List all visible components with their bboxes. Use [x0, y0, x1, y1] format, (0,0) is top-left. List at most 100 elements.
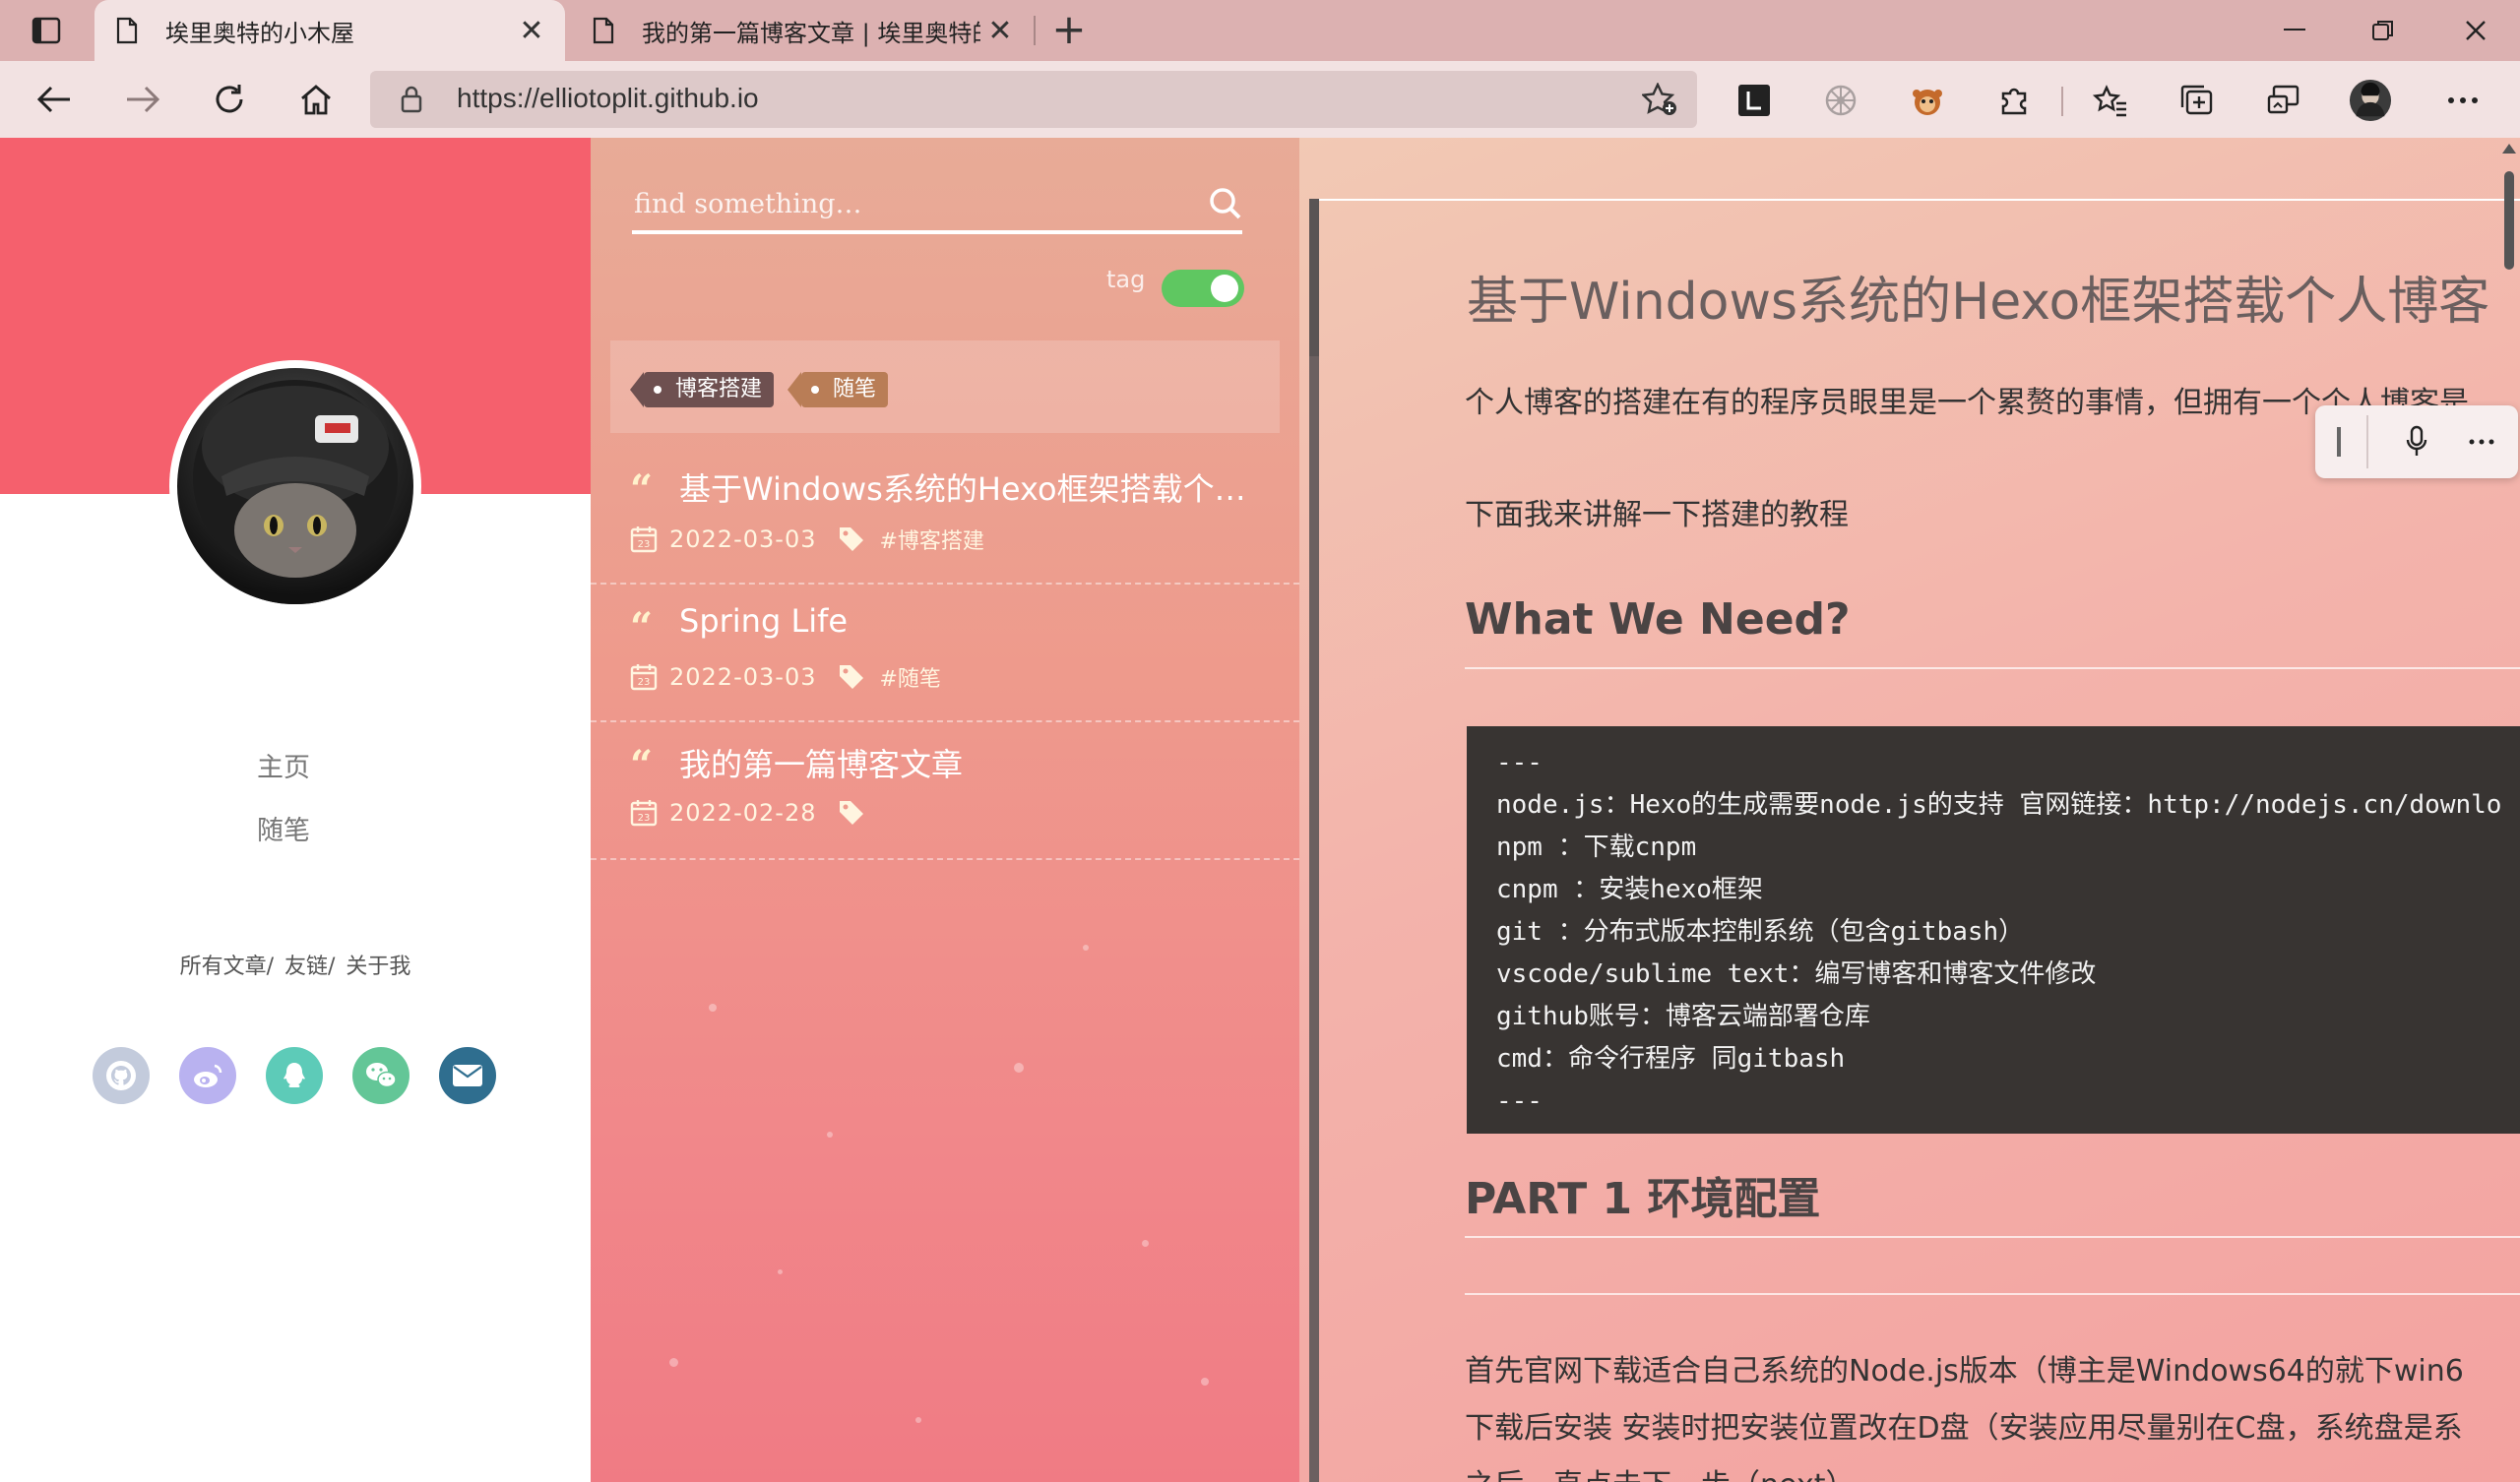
- post-title[interactable]: 基于Windows系统的Hexo框架搭载个人博客: [679, 464, 1270, 510]
- refresh-button[interactable]: [207, 77, 252, 122]
- post-tag-link[interactable]: #随笔: [879, 661, 940, 693]
- mail-icon[interactable]: [439, 1047, 496, 1104]
- article-paragraph: 首先官网下载适合自己系统的Node.js版本（博主是Windows64的就下wi…: [1465, 1354, 2464, 1389]
- tag-filter-panel: 博客搭建 随笔: [610, 340, 1280, 433]
- favorites-icon[interactable]: [2089, 79, 2132, 122]
- tab-title: 我的第一篇博客文章 | 埃里奥特的: [642, 19, 980, 47]
- tag-chip-essay[interactable]: 随笔: [787, 372, 889, 407]
- tag-icon: [840, 527, 864, 551]
- close-window-button[interactable]: [2431, 6, 2520, 55]
- post-tag-link[interactable]: #博客搭建: [879, 524, 983, 555]
- forward-button[interactable]: [120, 77, 165, 122]
- url-text[interactable]: https://elliotoplit.github.io: [457, 83, 759, 114]
- tab-active[interactable]: 埃里奥特的小木屋 ✕: [94, 0, 565, 61]
- post-item[interactable]: “ 基于Windows系统的Hexo框架搭载个人博客 23 2022-03-03…: [591, 449, 1299, 585]
- post-date: 2022-03-03: [669, 525, 817, 553]
- post-date: 2022-02-28: [669, 799, 817, 827]
- post-title[interactable]: Spring Life: [679, 602, 1270, 640]
- screen-cast-icon[interactable]: [2262, 79, 2305, 122]
- search-icon[interactable]: [1209, 187, 1242, 224]
- code-line: cmd：命令行程序 同gitbash: [1496, 1044, 1846, 1074]
- new-tab-button[interactable]: +: [1047, 9, 1091, 53]
- tag-icon: [840, 665, 864, 689]
- collections-icon[interactable]: [2175, 79, 2219, 122]
- lock-icon[interactable]: [400, 85, 423, 118]
- calendar-icon: 23: [630, 800, 658, 827]
- article-content: 基于Windows系统的Hexo框架搭载个人博客 个人博客的搭建在有的程序员眼里…: [1309, 199, 2520, 1482]
- scrollbar-thumb[interactable]: [2504, 171, 2514, 270]
- qq-icon[interactable]: [266, 1047, 323, 1104]
- page-icon: [116, 15, 144, 46]
- quote-icon: “: [630, 742, 654, 788]
- tag-chip-blog[interactable]: 博客搭建: [629, 372, 775, 407]
- extensions-puzzle-icon[interactable]: [1992, 79, 2036, 122]
- tab-close-icon[interactable]: ✕: [980, 11, 1020, 50]
- heading-underline: [1465, 1236, 2520, 1238]
- tag-toggle-label: tag: [1106, 266, 1146, 293]
- calendar-icon: 23: [630, 664, 658, 691]
- all-posts-link[interactable]: 所有文章/: [180, 955, 274, 979]
- forward-arrow-icon: [127, 86, 160, 113]
- tab-bar: 埃里奥特的小木屋 ✕ 我的第一篇博客文章 | 埃里奥特的 ✕ +: [0, 0, 2520, 61]
- scroll-up-arrow[interactable]: [2502, 144, 2516, 154]
- close-icon: [2466, 21, 2486, 40]
- page-icon: [593, 15, 620, 46]
- article-paragraph: 下载后安装 安装时把安装位置改在D盘（安装应用尽量别在C盘，系统盘是系: [1465, 1411, 2463, 1446]
- svg-text:23: 23: [638, 677, 651, 688]
- tab-inactive[interactable]: 我的第一篇博客文章 | 埃里奥特的 ✕: [571, 0, 1034, 61]
- back-arrow-icon: [36, 86, 70, 113]
- code-line: npm ：下载cnpm: [1496, 833, 1697, 862]
- tab-actions-icon: [32, 17, 61, 44]
- home-button[interactable]: [293, 77, 339, 122]
- floating-voice-toolbar: [2315, 405, 2518, 478]
- more-icon[interactable]: [2465, 425, 2498, 459]
- nav-essays-link[interactable]: 随笔: [0, 809, 567, 847]
- post-title[interactable]: 我的第一篇博客文章: [679, 740, 1270, 785]
- profile-avatar-icon[interactable]: [2349, 79, 2392, 122]
- weibo-icon[interactable]: [179, 1047, 236, 1104]
- tab-title: 埃里奥特的小木屋: [165, 19, 354, 47]
- page-scrollbar[interactable]: [2500, 142, 2518, 1482]
- heading-underline: [1465, 667, 2520, 669]
- about-me-link[interactable]: 关于我: [346, 955, 410, 979]
- search-box[interactable]: find something…: [632, 175, 1242, 234]
- extension-wheel-icon[interactable]: [1819, 79, 1862, 122]
- extension-tampermonkey-icon[interactable]: [1906, 79, 1949, 122]
- post-item[interactable]: “ Spring Life 23 2022-03-03 #随笔: [591, 587, 1299, 722]
- section-heading-need: What We Need?: [1465, 594, 1851, 645]
- drag-handle[interactable]: [2337, 427, 2341, 457]
- search-input[interactable]: find something…: [634, 189, 862, 219]
- footer-links: 所有文章/ 友链/ 关于我: [0, 949, 591, 980]
- code-line: ---: [1496, 1086, 1543, 1116]
- svg-text:23: 23: [638, 539, 651, 550]
- tab-close-icon[interactable]: ✕: [512, 11, 551, 50]
- tab-actions-button[interactable]: [22, 14, 71, 47]
- restore-icon: [2372, 21, 2393, 40]
- web-page: 主页 随笔 所有文章/ 友链/ 关于我 find something… tag …: [0, 138, 2520, 1482]
- nav-home-link[interactable]: 主页: [0, 746, 567, 784]
- microphone-icon[interactable]: [2400, 425, 2433, 459]
- code-line: ---: [1496, 748, 1543, 777]
- extension-l-icon[interactable]: [1732, 79, 1776, 122]
- toolbar-separator: [2061, 87, 2063, 116]
- post-item[interactable]: “ 我的第一篇博客文章 23 2022-02-28: [591, 724, 1299, 860]
- tag-toggle-switch[interactable]: [1162, 270, 1244, 307]
- back-button[interactable]: [32, 77, 77, 122]
- restore-button[interactable]: [2339, 6, 2427, 55]
- minimize-button[interactable]: [2250, 6, 2339, 55]
- horizontal-rule: [1465, 1293, 2520, 1295]
- cat-helmet-image: [193, 380, 398, 604]
- more-options-icon[interactable]: [2441, 79, 2485, 122]
- friend-links-link[interactable]: 友链/: [284, 955, 335, 979]
- add-favorite-icon[interactable]: [1640, 82, 1677, 120]
- code-line: cnpm ：安装hexo框架: [1496, 875, 1763, 904]
- tab-separator: [1034, 16, 1036, 45]
- url-field[interactable]: https://elliotoplit.github.io: [370, 71, 1697, 128]
- code-line: github账号：博客云端部署仓库: [1496, 1002, 1870, 1031]
- avatar[interactable]: [169, 360, 421, 612]
- post-list-panel: find something… tag 博客搭建 随笔 “ 基于Windows系…: [591, 138, 1299, 1482]
- github-icon[interactable]: [93, 1047, 150, 1104]
- code-line: git ：分布式版本控制系统（包含gitbash）: [1496, 917, 2025, 947]
- wechat-icon[interactable]: [352, 1047, 410, 1104]
- refresh-icon: [216, 85, 243, 113]
